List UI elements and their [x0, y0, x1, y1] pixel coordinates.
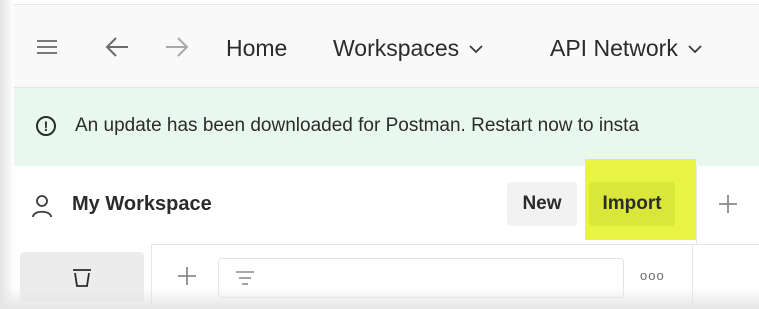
workspace-title: My Workspace	[72, 193, 212, 215]
update-banner: ! An update has been downloaded for Post…	[14, 88, 759, 166]
info-circle-icon: !	[36, 116, 56, 136]
import-button[interactable]: Import	[589, 182, 675, 226]
more-horizontal-icon[interactable]: ooo	[640, 268, 665, 283]
new-button[interactable]: New	[507, 182, 577, 226]
nav-home-label: Home	[226, 35, 288, 61]
nav-workspaces-dropdown[interactable]: Workspaces	[333, 35, 483, 62]
update-banner-text: An update has been downloaded for Postma…	[75, 115, 640, 136]
top-navigation-bar: Home Workspaces API Network	[14, 4, 759, 88]
trash-icon	[71, 266, 93, 288]
nav-api-network-dropdown[interactable]: API Network	[550, 35, 702, 62]
add-icon[interactable]	[176, 265, 198, 287]
chevron-down-icon	[688, 45, 702, 54]
postman-window: Home Workspaces API Network ! An update …	[0, 0, 759, 309]
divider	[696, 166, 697, 244]
sidebar-collections-button[interactable]	[20, 252, 144, 302]
user-icon	[31, 194, 53, 218]
filter-input[interactable]	[218, 258, 624, 298]
new-tab-plus-icon[interactable]	[716, 192, 740, 216]
back-arrow-icon[interactable]	[104, 35, 130, 59]
nav-api-network-label: API Network	[550, 35, 678, 61]
sidebar-toolbar: ooo	[151, 244, 693, 309]
forward-arrow-icon[interactable]	[164, 35, 190, 59]
sidebar-rail	[14, 244, 152, 309]
nav-workspaces-label: Workspaces	[333, 35, 460, 61]
workspace-header: My Workspace New Import	[14, 159, 759, 245]
filter-icon	[235, 269, 255, 287]
nav-home[interactable]: Home	[226, 35, 287, 62]
menu-icon[interactable]	[36, 39, 58, 55]
chevron-down-icon	[469, 45, 483, 54]
